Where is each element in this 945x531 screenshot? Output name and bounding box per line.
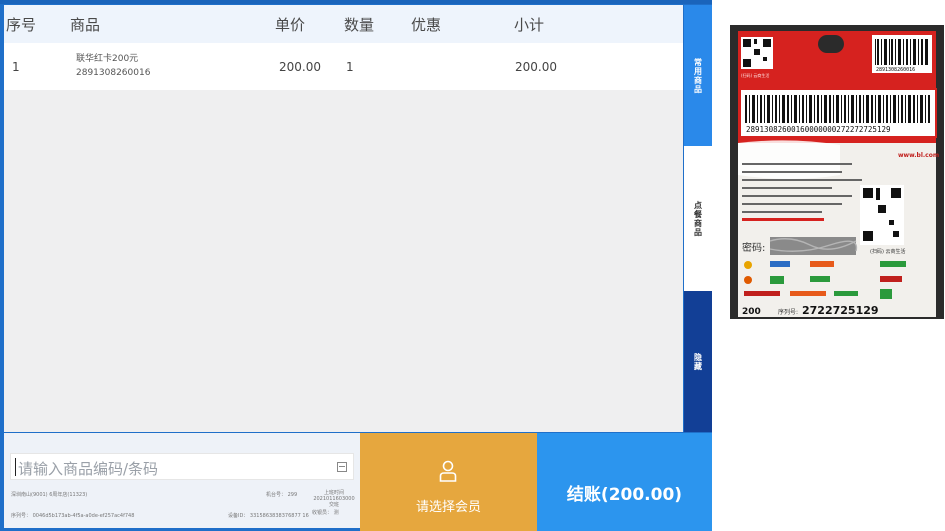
terminal-info: 机台号： 299 (266, 492, 298, 498)
tab-hidden-label: 隐藏 (693, 352, 703, 371)
serial-info: 序列号： 0046d5b173ab-4f5a-a0de-ef257ac4f748 (11, 513, 135, 519)
row-index: 1 (12, 60, 20, 74)
header-price: 单价 (275, 16, 306, 34)
card-denomination: 200 (742, 307, 761, 317)
header-discount: 优惠 (411, 16, 442, 34)
table-header: 序号 商品 单价 数量 优惠 小计 (4, 5, 683, 43)
keyboard-icon[interactable] (337, 462, 347, 472)
tab-hidden[interactable]: 隐藏 (684, 291, 712, 432)
card-website: www.bl.com (898, 152, 939, 159)
select-member-label: 请选择会员 (415, 500, 481, 515)
search-input[interactable]: 请输入商品编码/条码 (10, 453, 354, 480)
checkout-button[interactable]: 结账(200.00) (537, 433, 712, 531)
select-member-button[interactable]: 请选择会员 (360, 433, 537, 531)
row-product-code: 2891308260016 (76, 68, 151, 78)
header-subtotal: 小计 (514, 16, 545, 34)
top-strip (0, 0, 712, 4)
top-barcode-number: 2891308260016 (876, 67, 915, 73)
gift-card-photo: (扫码) 云商生活 2891308260016 2891308260016000… (730, 25, 944, 319)
row-price: 200.00 (279, 60, 321, 74)
card-scan-text: (扫码) 云商生活 (741, 72, 769, 78)
tab-common-products-label: 常用商品 (693, 57, 703, 94)
header-index: 序号 (6, 16, 37, 34)
header-product: 商品 (70, 16, 101, 34)
input-panel: 请输入商品编码/条码 深圳南山(9001) 6周年店(11323) 机台号： 2… (4, 433, 360, 528)
device-id-info: 设备ID： 3315863838376877 16 (228, 513, 309, 519)
tab-order-products[interactable]: 点餐商品 (684, 146, 712, 291)
card-pin-label: 密码: (742, 241, 765, 254)
text-cursor (15, 458, 16, 476)
row-quantity[interactable]: 1 (346, 60, 354, 74)
tab-order-products-label: 点餐商品 (693, 200, 703, 237)
row-product-name: 联华红卡200元 (76, 54, 139, 64)
tab-common-products[interactable]: 常用商品 (684, 5, 712, 146)
table-row[interactable]: 1 联华红卡200元 2891308260016 200.00 1 200.00 (4, 43, 683, 90)
checkout-label: 结账(200.00) (566, 485, 683, 505)
svg-text:(扫码) 云商生活: (扫码) 云商生活 (870, 248, 906, 255)
card-serial-number: 2722725129 (802, 304, 879, 317)
row-subtotal: 200.00 (515, 60, 557, 74)
long-barcode-number: 28913082600160000000272272725129 (746, 125, 891, 134)
header-quantity: 数量 (344, 16, 375, 34)
shift-info: 上班时间2021011603000 交班 (313, 490, 355, 508)
cashier-info: 收银员： 测 (312, 510, 339, 516)
order-table: 序号 商品 单价 数量 优惠 小计 1 联华红卡200元 28913082600… (4, 5, 683, 432)
card-serial-label: 序列号: (778, 308, 798, 316)
store-info: 深圳南山(9001) 6周年店(11323) (11, 492, 88, 498)
search-placeholder: 请输入商品编码/条码 (18, 460, 159, 478)
long-barcode (745, 95, 930, 123)
user-icon (439, 460, 457, 482)
row-product: 联华红卡200元 2891308260016 (76, 52, 150, 80)
